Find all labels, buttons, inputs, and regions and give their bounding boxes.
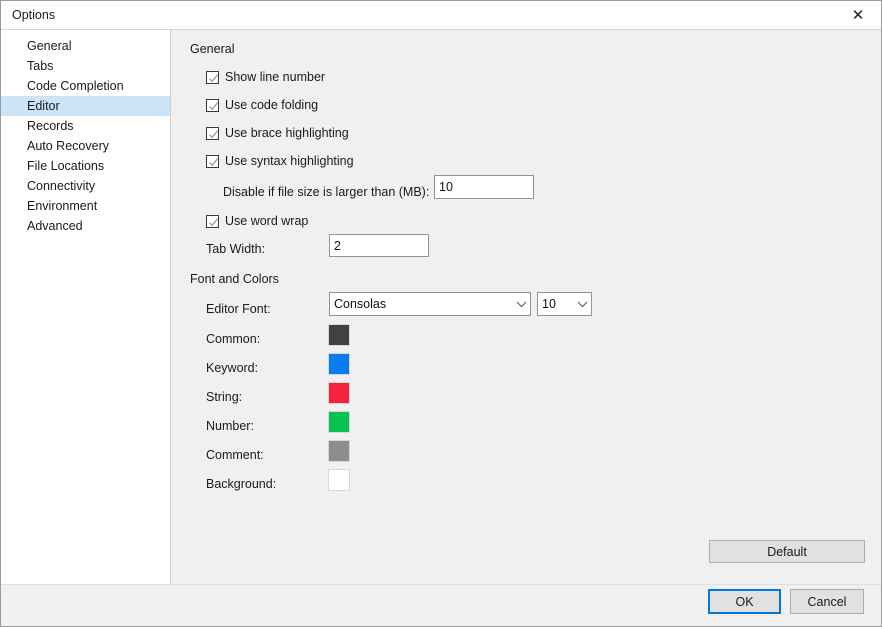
window-title: Options (12, 8, 56, 22)
checkbox-label: Use syntax highlighting (225, 154, 354, 168)
category-sidebar: General Tabs Code Completion Editor Reco… (1, 30, 171, 584)
sidebar-item-advanced[interactable]: Advanced (1, 216, 170, 236)
editor-font-label: Editor Font: (206, 302, 271, 316)
checkbox-use-brace-highlighting[interactable]: Use brace highlighting (206, 126, 349, 140)
sidebar-item-records[interactable]: Records (1, 116, 170, 136)
tab-width-input[interactable]: 2 (329, 234, 429, 257)
checkbox-use-syntax-highlighting[interactable]: Use syntax highlighting (206, 154, 354, 168)
title-bar: Options ✕ (1, 1, 881, 30)
color-swatch-string[interactable] (328, 382, 350, 404)
color-label-background: Background: (206, 477, 277, 491)
checkbox-label: Use code folding (225, 98, 319, 112)
checkbox-checked-icon (206, 98, 219, 112)
checkbox-label: Use brace highlighting (225, 126, 349, 140)
color-swatch-number[interactable] (328, 411, 350, 433)
sidebar-item-environment[interactable]: Environment (1, 196, 170, 216)
checkbox-checked-icon (206, 154, 219, 168)
checkbox-label: Use word wrap (225, 214, 309, 228)
general-section-heading: General (190, 42, 235, 56)
sidebar-item-file-locations[interactable]: File Locations (1, 156, 170, 176)
sidebar-item-connectivity[interactable]: Connectivity (1, 176, 170, 196)
checkbox-show-line-number[interactable]: Show line number (206, 70, 325, 84)
chevron-down-icon (574, 301, 591, 308)
color-label-comment: Comment: (206, 448, 264, 462)
dialog-footer: OK Cancel (1, 584, 881, 626)
checkbox-label: Show line number (225, 70, 326, 84)
checkbox-checked-icon (206, 214, 219, 228)
close-button[interactable]: ✕ (835, 1, 881, 29)
sidebar-item-tabs[interactable]: Tabs (1, 56, 170, 76)
color-label-keyword: Keyword: (206, 361, 259, 375)
editor-font-size-combobox[interactable]: 10 (537, 292, 592, 316)
cancel-button[interactable]: Cancel (790, 589, 864, 614)
chevron-down-icon (513, 301, 530, 308)
dialog-body: General Tabs Code Completion Editor Reco… (1, 30, 881, 584)
tab-width-label: Tab Width: (206, 242, 266, 256)
checkbox-checked-icon (206, 126, 219, 140)
color-swatch-keyword[interactable] (328, 353, 350, 375)
disable-if-larger-input[interactable]: 10 (434, 175, 534, 199)
ok-button[interactable]: OK (708, 589, 781, 614)
editor-font-value: Consolas (334, 297, 387, 311)
options-dialog: Options ✕ General Tabs Code Completion E… (0, 0, 882, 627)
color-label-string: String: (206, 390, 243, 404)
checkbox-checked-icon (206, 70, 219, 84)
sidebar-item-code-completion[interactable]: Code Completion (1, 76, 170, 96)
disable-if-larger-label: Disable if file size is larger than (MB)… (223, 185, 430, 199)
default-button[interactable]: Default (709, 540, 865, 563)
editor-font-combobox[interactable]: Consolas (329, 292, 531, 316)
sidebar-item-editor[interactable]: Editor (1, 96, 170, 116)
close-icon: ✕ (851, 6, 865, 24)
checkbox-use-code-folding[interactable]: Use code folding (206, 98, 318, 112)
checkbox-use-word-wrap[interactable]: Use word wrap (206, 214, 308, 228)
font-and-colors-section-heading: Font and Colors (190, 272, 279, 286)
sidebar-item-general[interactable]: General (1, 36, 170, 56)
color-swatch-comment[interactable] (328, 440, 350, 462)
editor-font-size-value: 10 (542, 297, 556, 311)
color-swatch-common[interactable] (328, 324, 350, 346)
color-swatch-background[interactable] (328, 469, 350, 491)
color-label-common: Common: (206, 332, 261, 346)
sidebar-item-auto-recovery[interactable]: Auto Recovery (1, 136, 170, 156)
color-label-number: Number: (206, 419, 254, 433)
editor-settings-pane: General Show line number Use code foldin… (171, 30, 881, 584)
